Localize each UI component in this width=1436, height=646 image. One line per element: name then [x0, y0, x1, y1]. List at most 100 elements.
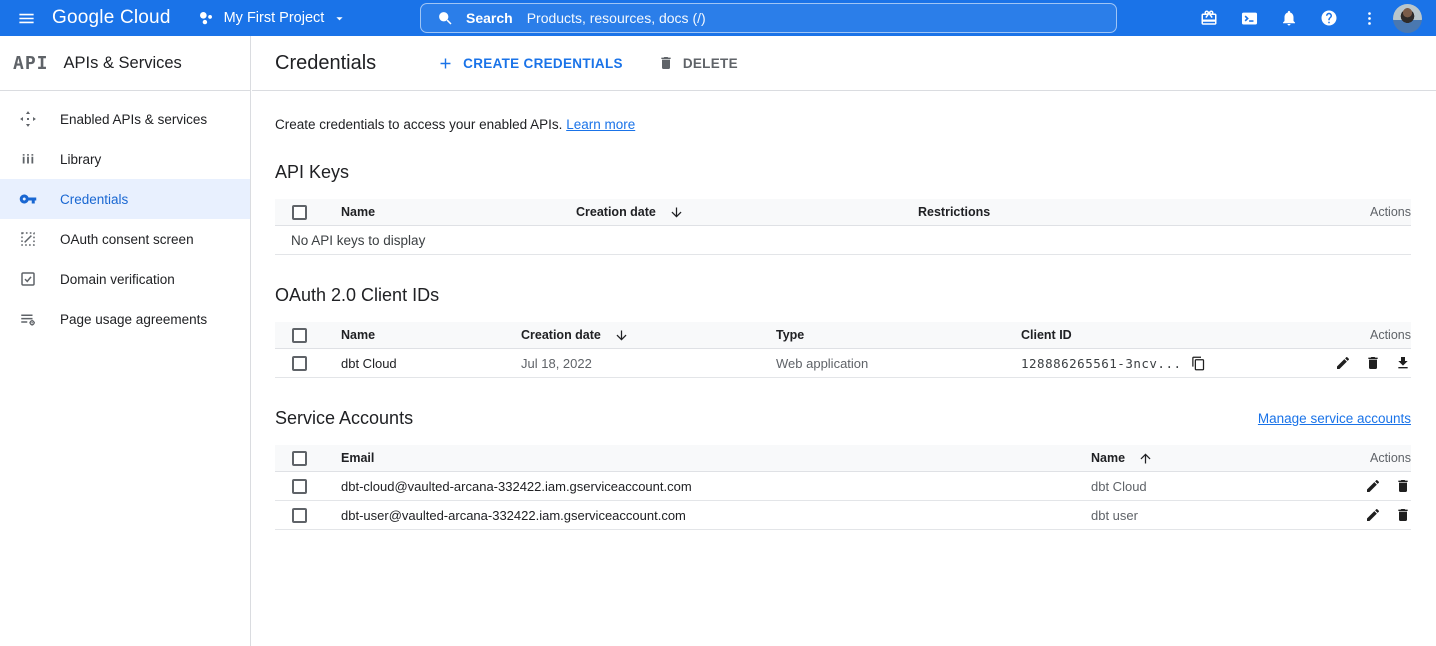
api-keys-title: API Keys [275, 162, 349, 183]
select-all-checkbox[interactable] [292, 205, 307, 220]
service-account-name-cell: dbt user [1091, 508, 1347, 523]
client-id-value: 128886265561-3ncv... [1021, 356, 1182, 371]
column-header-name[interactable]: Name [341, 205, 576, 219]
api-keys-table-header: Name Creation date Restrictions Actions [275, 199, 1411, 226]
intro-text-body: Create credentials to access your enable… [275, 117, 562, 132]
google-cloud-logo[interactable]: Google Cloud [52, 7, 171, 29]
row-checkbox[interactable] [292, 479, 307, 494]
sidebar-item-enabled-apis[interactable]: Enabled APIs & services [0, 99, 250, 139]
column-header-type-label: Type [776, 328, 804, 342]
app-bar-actions [1189, 0, 1430, 36]
column-header-email[interactable]: Email [341, 451, 1091, 465]
column-header-name-label: Name [1091, 451, 1125, 465]
delete-icon[interactable] [1364, 355, 1381, 372]
service-account-row: dbt-user@vaulted-arcana-332422.iam.gserv… [275, 501, 1411, 530]
cloud-shell-icon[interactable] [1229, 0, 1269, 36]
oauth-client-row: dbt Cloud Jul 18, 2022 Web application 1… [275, 349, 1411, 378]
row-actions [1347, 478, 1411, 495]
column-header-type[interactable]: Type [776, 328, 1021, 342]
app-bar: Google Cloud My First Project Search Pro… [0, 0, 1436, 36]
header-checkbox-cell [275, 328, 341, 343]
column-header-actions: Actions [1316, 205, 1411, 219]
create-credentials-button[interactable]: CREATE CREDENTIALS [437, 55, 623, 72]
edit-icon[interactable] [1364, 478, 1381, 495]
download-icon[interactable] [1394, 355, 1411, 372]
project-selector[interactable]: My First Project [197, 9, 348, 28]
google-cloud-logo-text: Google Cloud [52, 7, 171, 28]
sidebar-item-library[interactable]: Library [0, 139, 250, 179]
sidebar-title: APIs & Services [64, 54, 182, 73]
row-actions [1347, 507, 1411, 524]
column-header-name-label: Name [341, 205, 375, 219]
edit-icon[interactable] [1364, 507, 1381, 524]
column-header-client-id[interactable]: Client ID [1021, 328, 1316, 342]
row-checkbox[interactable] [292, 356, 307, 371]
sort-descending-icon[interactable] [614, 328, 629, 343]
api-keys-empty-text: No API keys to display [291, 233, 425, 248]
content-body: Create credentials to access your enable… [252, 117, 1436, 530]
search-input[interactable]: Search Products, resources, docs (/) [420, 3, 1117, 33]
page-title: Credentials [275, 52, 376, 75]
oauth-table-header: Name Creation date Type Client ID Action… [275, 322, 1411, 349]
service-accounts-section-header: Service Accounts Manage service accounts [275, 408, 1411, 429]
client-name-cell: dbt Cloud [341, 356, 521, 371]
service-account-row: dbt-cloud@vaulted-arcana-332422.iam.gser… [275, 472, 1411, 501]
menu-icon[interactable] [0, 0, 52, 36]
column-header-name[interactable]: Name [1091, 451, 1347, 466]
delete-icon[interactable] [1394, 507, 1411, 524]
delete-button[interactable]: DELETE [658, 55, 738, 71]
library-icon [19, 150, 37, 168]
select-all-checkbox[interactable] [292, 451, 307, 466]
project-name: My First Project [224, 10, 325, 26]
row-checkbox[interactable] [292, 508, 307, 523]
sidebar-item-credentials[interactable]: Credentials [0, 179, 250, 219]
gift-icon[interactable] [1189, 0, 1229, 36]
column-header-name-label: Name [341, 328, 375, 342]
main-content: Credentials CREATE CREDENTIALS DELETE Cr… [252, 36, 1436, 646]
oauth-consent-icon [19, 230, 37, 248]
copy-icon[interactable] [1191, 356, 1206, 371]
sidebar-item-label: Enabled APIs & services [60, 112, 207, 127]
api-keys-table: Name Creation date Restrictions Actions … [275, 199, 1411, 255]
credentials-toolbar: Credentials CREATE CREDENTIALS DELETE [252, 36, 1436, 91]
key-icon [19, 190, 37, 208]
plus-icon [437, 55, 454, 72]
column-header-creation-date[interactable]: Creation date [521, 328, 776, 343]
search-label: Search [466, 10, 513, 26]
more-vertical-icon[interactable] [1349, 0, 1389, 36]
help-icon[interactable] [1309, 0, 1349, 36]
notifications-bell-icon[interactable] [1269, 0, 1309, 36]
sidebar-header: API APIs & Services [0, 36, 250, 91]
avatar[interactable] [1393, 4, 1422, 33]
client-creation-date-cell: Jul 18, 2022 [521, 356, 776, 371]
column-header-name[interactable]: Name [341, 328, 521, 342]
column-header-creation-date[interactable]: Creation date [576, 205, 918, 220]
sort-ascending-icon[interactable] [1138, 451, 1153, 466]
api-keys-section-header: API Keys [275, 162, 1411, 183]
oauth-clients-table: Name Creation date Type Client ID Action… [275, 322, 1411, 378]
search-icon [437, 10, 454, 27]
sidebar-item-page-usage-agreements[interactable]: Page usage agreements [0, 299, 250, 339]
row-checkbox-cell [275, 356, 341, 371]
intro-text: Create credentials to access your enable… [275, 117, 1411, 132]
edit-icon[interactable] [1334, 355, 1351, 372]
column-header-restrictions[interactable]: Restrictions [918, 205, 1316, 219]
api-logo: API [13, 53, 49, 74]
sidebar-nav: Enabled APIs & services Library Credenti… [0, 91, 250, 339]
sort-descending-icon[interactable] [669, 205, 684, 220]
column-header-restrictions-label: Restrictions [918, 205, 990, 219]
page-usage-agreements-icon [19, 310, 37, 328]
learn-more-link[interactable]: Learn more [566, 117, 635, 132]
service-accounts-table: Email Name Actions dbt-cloud@vaulted-arc… [275, 445, 1411, 530]
client-type-cell: Web application [776, 356, 1021, 371]
column-header-actions: Actions [1347, 451, 1411, 465]
service-accounts-title: Service Accounts [275, 408, 413, 429]
manage-service-accounts-link[interactable]: Manage service accounts [1258, 411, 1411, 426]
sidebar-item-oauth-consent[interactable]: OAuth consent screen [0, 219, 250, 259]
api-keys-empty-row: No API keys to display [275, 226, 1411, 255]
domain-verification-icon [19, 270, 37, 288]
delete-icon[interactable] [1394, 478, 1411, 495]
sidebar-item-domain-verification[interactable]: Domain verification [0, 259, 250, 299]
select-all-checkbox[interactable] [292, 328, 307, 343]
service-accounts-table-header: Email Name Actions [275, 445, 1411, 472]
